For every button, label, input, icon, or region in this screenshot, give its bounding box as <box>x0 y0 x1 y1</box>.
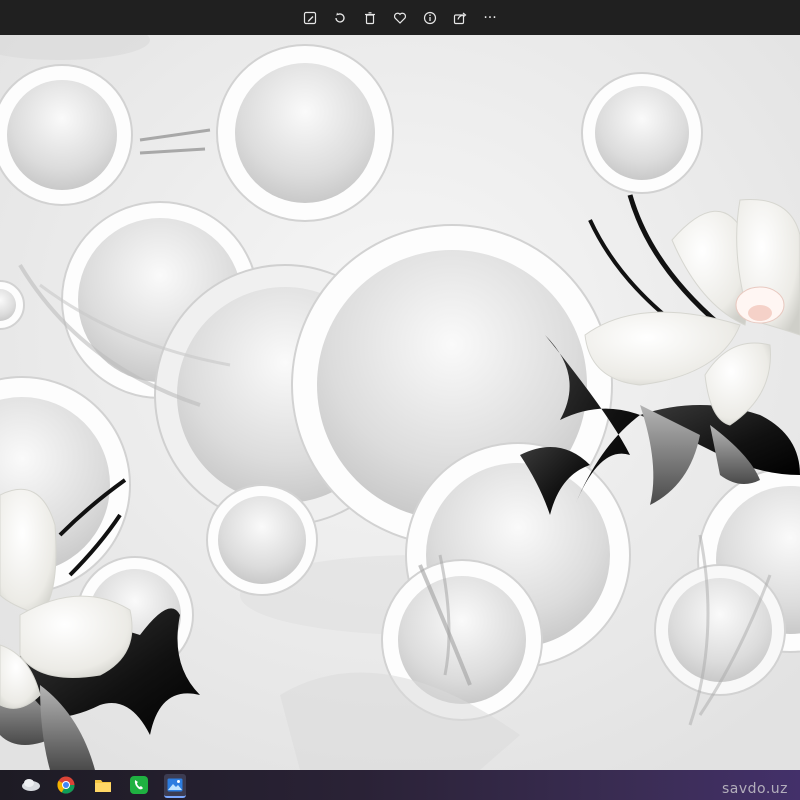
info-icon <box>423 11 437 24</box>
wallpaper-image <box>0 35 800 770</box>
photos-app-icon <box>167 778 183 792</box>
favorite-button[interactable] <box>385 3 415 33</box>
rotate-icon <box>335 12 345 23</box>
file-explorer-icon <box>95 780 111 792</box>
ring-top-center <box>216 44 394 222</box>
info-button[interactable] <box>415 3 445 33</box>
more-options-icon: ··· <box>483 9 497 26</box>
taskbar-chrome[interactable] <box>55 774 77 796</box>
share-button[interactable] <box>445 3 475 33</box>
watermark: savdo.uz <box>721 781 788 797</box>
ring-top-right <box>581 72 703 194</box>
photo-viewer-toolbar: ··· <box>0 0 800 35</box>
edit-image-button[interactable] <box>295 3 325 33</box>
taskbar-photos-app[interactable] <box>164 774 186 798</box>
favorite-heart-icon <box>394 12 406 24</box>
cloud-drive-icon <box>22 779 40 791</box>
delete-button[interactable] <box>355 3 385 33</box>
image-canvas[interactable] <box>0 35 800 770</box>
rotate-button[interactable] <box>325 3 355 33</box>
ring-top-left <box>0 64 133 206</box>
taskbar-cloud-drive[interactable] <box>20 774 42 796</box>
phone-call-app-icon <box>130 776 148 794</box>
delete-icon <box>365 11 375 24</box>
share-icon <box>453 12 467 24</box>
ring-center-small <box>206 484 318 596</box>
taskbar <box>0 770 800 800</box>
edit-image-icon <box>303 11 317 24</box>
taskbar-file-explorer[interactable] <box>92 774 114 796</box>
chrome-browser-icon <box>57 776 75 794</box>
taskbar-phone-app[interactable] <box>128 774 150 796</box>
more-options-button[interactable]: ··· <box>475 3 505 33</box>
